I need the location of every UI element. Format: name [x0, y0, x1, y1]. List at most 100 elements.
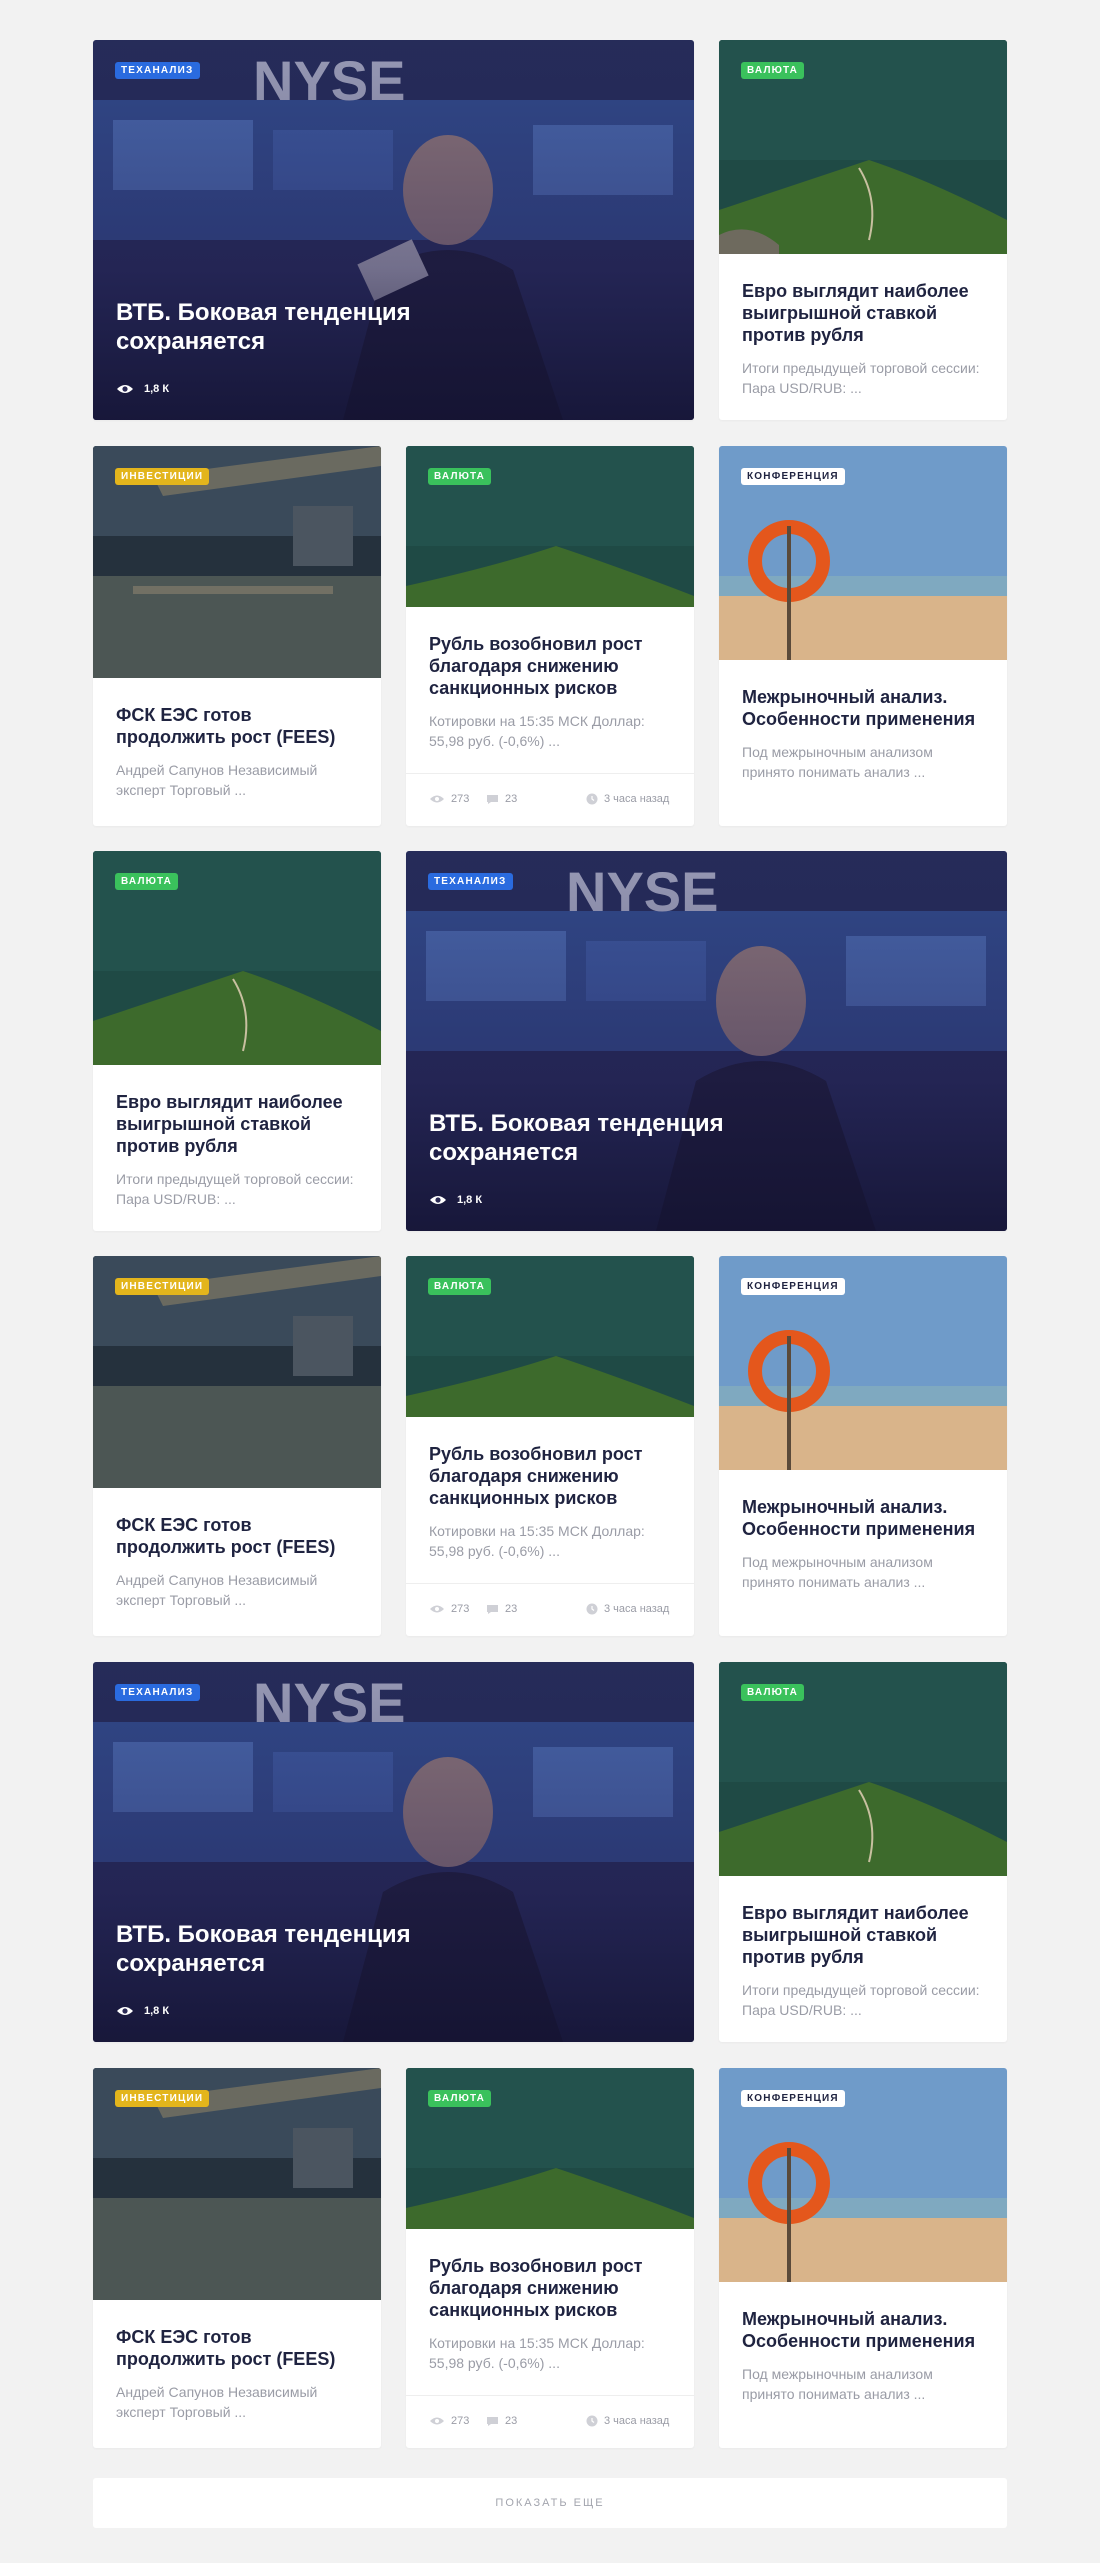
time-label: 3 часа назад: [604, 1603, 670, 1615]
article-excerpt: Итоги предыдущей торговой сессии: Пара U…: [742, 1982, 980, 2018]
article-title[interactable]: Евро выглядит наиболее выигрышной ставко…: [742, 280, 984, 346]
article-excerpt: Андрей Сапунов Независимый эксперт Торго…: [116, 1572, 318, 1608]
article-meta: 273 23 3 часа назад: [406, 773, 694, 826]
views-counter: 1,8 К: [116, 2005, 169, 2017]
comments-counter: 23: [486, 2415, 517, 2427]
clock-icon: [586, 793, 598, 805]
article-title[interactable]: Евро выглядит наиболее выигрышной ставко…: [116, 1091, 358, 1157]
article-card[interactable]: Конференция Межрыночный анализ. Особенно…: [719, 2068, 1007, 2448]
clock-icon: [586, 2415, 598, 2427]
eye-icon: [117, 385, 133, 393]
comments-count: 23: [505, 793, 518, 805]
article-card[interactable]: Инвестиции ФСК ЕЭС готов продолжить рост…: [93, 1256, 381, 1636]
category-badge[interactable]: Инвестиции: [115, 468, 210, 485]
article-title[interactable]: ВТБ. Боковая тенденция сохраняется: [116, 298, 516, 356]
category-badge[interactable]: Конференция: [741, 2090, 845, 2107]
article-excerpt: Под межрыночным анализом принято понимат…: [742, 1554, 933, 1590]
category-badge[interactable]: Конференция: [741, 468, 845, 485]
views-counter: 273: [429, 1603, 469, 1615]
article-excerpt: Под межрыночным анализом принято понимат…: [742, 2366, 933, 2402]
article-excerpt: Котировки на 15:35 МСК Доллар: 55,98 руб…: [429, 1523, 645, 1559]
category-badge[interactable]: Валюта: [115, 873, 179, 890]
eye-icon: [430, 795, 444, 803]
article-excerpt: Итоги предыдущей торговой сессии: Пара U…: [116, 1171, 354, 1207]
load-more-button[interactable]: Показать еще: [93, 2478, 1007, 2528]
article-card[interactable]: Конференция Межрыночный анализ. Особенно…: [719, 1256, 1007, 1636]
eye-icon: [430, 2417, 444, 2425]
article-title[interactable]: ФСК ЕЭС готов продолжить рост (FEES): [116, 1514, 358, 1558]
views-counter: 273: [429, 793, 469, 805]
article-title[interactable]: ВТБ. Боковая тенденция сохраняется: [116, 1920, 516, 1978]
article-card-big[interactable]: NYSE Теханализ ВТБ. Боковая тенденция со…: [93, 40, 694, 420]
category-badge[interactable]: Теханализ: [115, 1684, 200, 1701]
article-excerpt: Под межрыночным анализом принято понимат…: [742, 744, 933, 780]
published-time: 3 часа назад: [586, 2415, 669, 2427]
article-card[interactable]: Инвестиции ФСК ЕЭС готов продолжить рост…: [93, 2068, 381, 2448]
article-meta: 273 23 3 часа назад: [406, 2395, 694, 2448]
eye-icon: [117, 2007, 133, 2015]
article-excerpt: Андрей Сапунов Независимый эксперт Торго…: [116, 762, 318, 798]
article-card[interactable]: Валюта Рубль возобновил рост благодаря с…: [406, 446, 694, 826]
category-badge[interactable]: Валюта: [428, 468, 492, 485]
category-badge[interactable]: Теханализ: [115, 62, 200, 79]
article-card-big[interactable]: NYSE Теханализ ВТБ. Боковая тенденция со…: [406, 851, 1007, 1231]
comment-icon: [487, 2416, 498, 2426]
views-count: 273: [451, 793, 470, 805]
views-count: 1,8 К: [144, 2005, 170, 2017]
article-title[interactable]: Межрыночный анализ. Особенности применен…: [742, 1496, 984, 1540]
comment-icon: [487, 1604, 498, 1614]
article-card[interactable]: Валюта Евро выглядит наиболее выигрышной…: [93, 851, 381, 1231]
views-count: 273: [451, 1603, 470, 1615]
image-overlay: [93, 1662, 694, 2042]
article-card[interactable]: Конференция Межрыночный анализ. Особенно…: [719, 446, 1007, 826]
article-card[interactable]: Валюта Рубль возобновил рост благодаря с…: [406, 1256, 694, 1636]
article-card[interactable]: Валюта Евро выглядит наиболее выигрышной…: [719, 1662, 1007, 2042]
category-badge[interactable]: Валюта: [741, 62, 805, 79]
published-time: 3 часа назад: [586, 793, 669, 805]
article-card[interactable]: Валюта Евро выглядит наиболее выигрышной…: [719, 40, 1007, 420]
comment-icon: [487, 794, 498, 804]
eye-icon: [430, 1605, 444, 1613]
comments-counter: 23: [486, 793, 517, 805]
category-badge[interactable]: Теханализ: [428, 873, 513, 890]
image-overlay: [93, 40, 694, 420]
eye-icon: [430, 1196, 446, 1204]
article-title[interactable]: ВТБ. Боковая тенденция сохраняется: [429, 1109, 829, 1167]
article-title[interactable]: Межрыночный анализ. Особенности применен…: [742, 686, 984, 730]
published-time: 3 часа назад: [586, 1603, 669, 1615]
article-title[interactable]: ФСК ЕЭС готов продолжить рост (FEES): [116, 704, 358, 748]
time-label: 3 часа назад: [604, 2415, 670, 2427]
article-title[interactable]: Межрыночный анализ. Особенности применен…: [742, 2308, 984, 2352]
article-excerpt: Андрей Сапунов Независимый эксперт Торго…: [116, 2384, 318, 2420]
category-badge[interactable]: Инвестиции: [115, 1278, 210, 1295]
article-card-big[interactable]: NYSE Теханализ ВТБ. Боковая тенденция со…: [93, 1662, 694, 2042]
article-title[interactable]: ФСК ЕЭС готов продолжить рост (FEES): [116, 2326, 358, 2370]
article-card[interactable]: Инвестиции ФСК ЕЭС готов продолжить рост…: [93, 446, 381, 826]
category-badge[interactable]: Инвестиции: [115, 2090, 210, 2107]
comments-count: 23: [505, 2415, 518, 2427]
category-badge[interactable]: Валюта: [428, 2090, 492, 2107]
views-count: 1,8 К: [144, 383, 170, 395]
news-grid: NYSE Теханализ ВТБ. Боковая тенденция со…: [0, 0, 1100, 2563]
article-excerpt: Котировки на 15:35 МСК Доллар: 55,98 руб…: [429, 2335, 645, 2371]
article-excerpt: Итоги предыдущей торговой сессии: Пара U…: [742, 360, 980, 396]
article-meta: 273 23 3 часа назад: [406, 1583, 694, 1636]
article-title[interactable]: Рубль возобновил рост благодаря снижению…: [429, 1443, 671, 1509]
views-count: 1,8 К: [457, 1194, 483, 1206]
views-counter: 1,8 К: [429, 1194, 482, 1206]
category-badge[interactable]: Конференция: [741, 1278, 845, 1295]
article-title[interactable]: Евро выглядит наиболее выигрышной ставко…: [742, 1902, 984, 1968]
clock-icon: [586, 1603, 598, 1615]
comments-count: 23: [505, 1603, 518, 1615]
category-badge[interactable]: Валюта: [428, 1278, 492, 1295]
comments-counter: 23: [486, 1603, 517, 1615]
article-title[interactable]: Рубль возобновил рост благодаря снижению…: [429, 2255, 671, 2321]
article-title[interactable]: Рубль возобновил рост благодаря снижению…: [429, 633, 671, 699]
image-overlay: [406, 851, 1007, 1231]
article-excerpt: Котировки на 15:35 МСК Доллар: 55,98 руб…: [429, 713, 645, 749]
time-label: 3 часа назад: [604, 793, 670, 805]
category-badge[interactable]: Валюта: [741, 1684, 805, 1701]
article-card[interactable]: Валюта Рубль возобновил рост благодаря с…: [406, 2068, 694, 2448]
views-count: 273: [451, 2415, 470, 2427]
views-counter: 273: [429, 2415, 469, 2427]
